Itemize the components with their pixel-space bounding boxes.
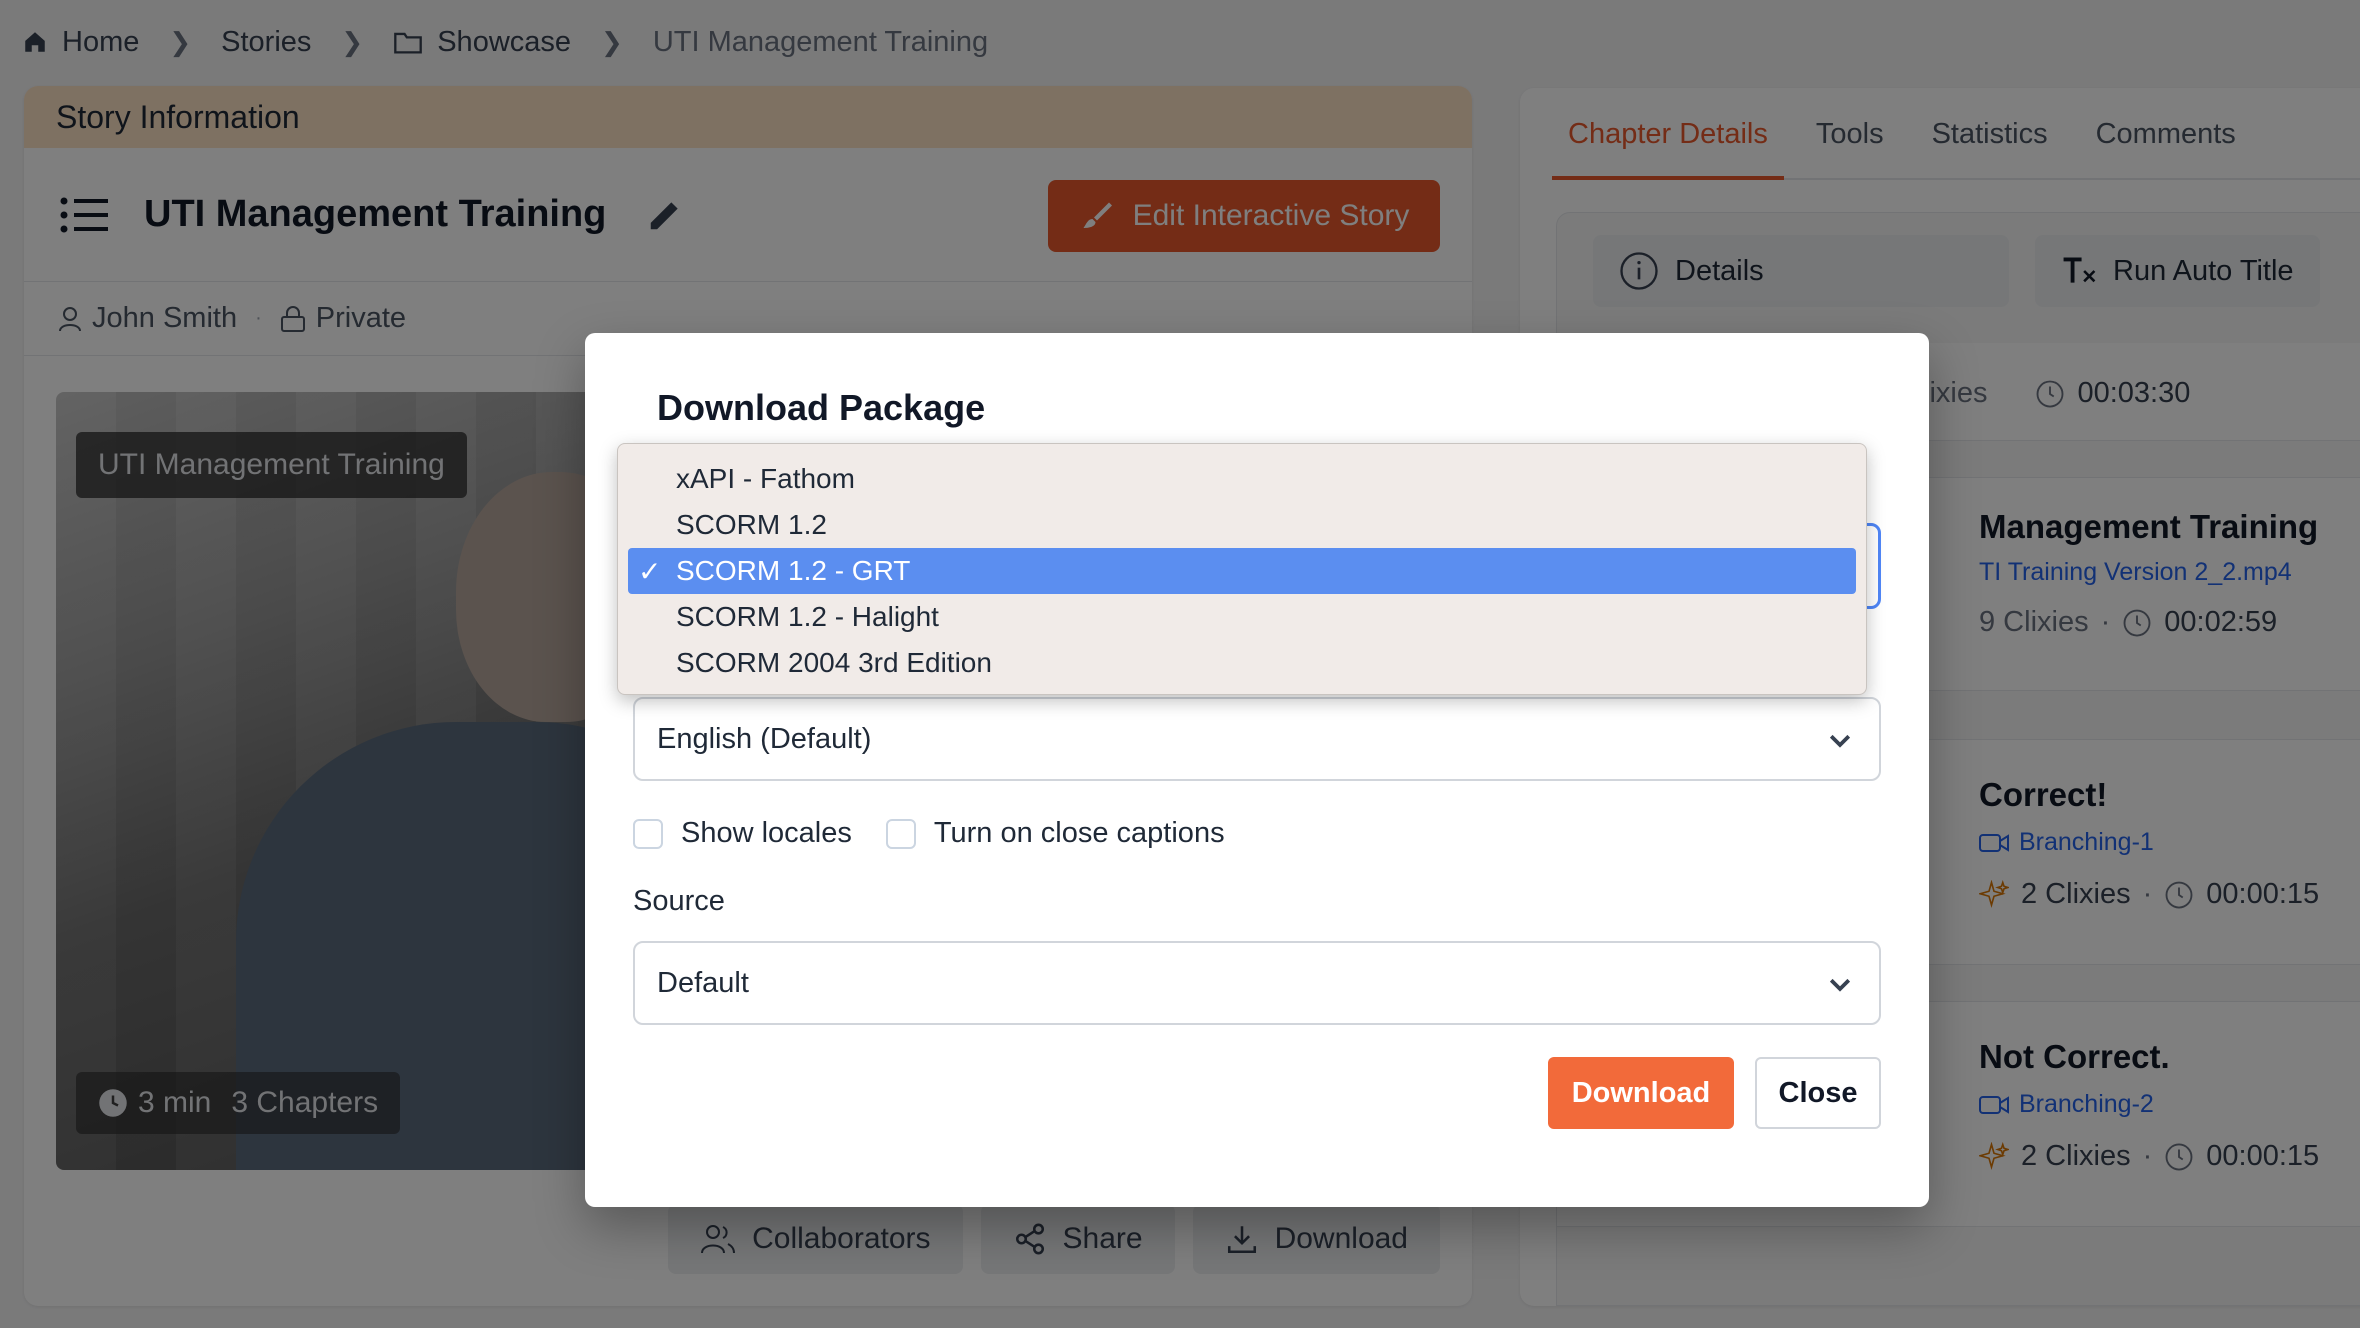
checkbox-box[interactable] [633, 818, 663, 849]
source-value: Default [657, 966, 749, 999]
language-value: English (Default) [657, 722, 872, 755]
checkbox-box[interactable] [885, 818, 916, 849]
show-locales-label: Show locales [681, 817, 852, 849]
modal-download-button[interactable]: Download [1548, 1057, 1734, 1129]
show-locales-checkbox[interactable]: Show locales [633, 817, 852, 850]
language-select[interactable]: English (Default) [633, 697, 1881, 781]
modal-title: Download Package [657, 387, 986, 428]
close-captions-label: Turn on close captions [933, 817, 1225, 849]
chevron-down-icon [1829, 734, 1851, 748]
chevron-down-icon [1829, 978, 1851, 992]
source-label: Source [633, 885, 725, 917]
format-option-label: SCORM 1.2 - GRT [676, 555, 911, 586]
close-captions-checkbox[interactable]: Turn on close captions [885, 817, 1225, 850]
source-select[interactable]: Default [633, 941, 1881, 1025]
checkmark-icon: ✓ [638, 555, 662, 587]
modal-close-button[interactable]: Close [1755, 1057, 1881, 1129]
format-option-scorm-2004[interactable]: SCORM 2004 3rd Edition [628, 640, 1856, 686]
format-option-scorm-12-grt[interactable]: ✓ SCORM 1.2 - GRT [628, 548, 1856, 594]
format-option-xapi-fathom[interactable]: xAPI - Fathom [628, 456, 1856, 502]
format-dropdown-list: xAPI - Fathom SCORM 1.2 ✓ SCORM 1.2 - GR… [617, 443, 1867, 695]
format-option-scorm-12-halight[interactable]: SCORM 1.2 - Halight [628, 594, 1856, 640]
format-option-scorm-12[interactable]: SCORM 1.2 [628, 502, 1856, 548]
package-options: Show locales Turn on close captions [633, 817, 1225, 850]
